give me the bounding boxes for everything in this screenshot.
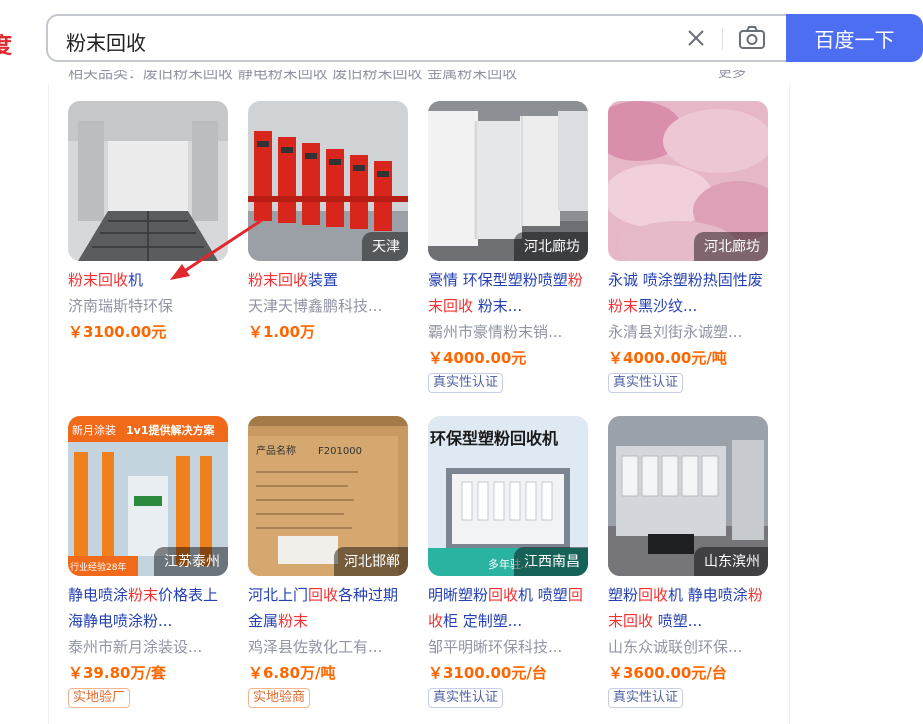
product-thumbnail[interactable]: 新月涂装 1v1提供解决方案 行业经验28年 江苏泰州: [68, 416, 228, 576]
category-text[interactable]: 相关品类：废旧粉末回收 静电粉末回收 废旧粉末回收 金属粉末回收: [68, 70, 517, 83]
title-text[interactable]: 黑沙纹...: [638, 297, 697, 315]
price: ￥6.80万/吨: [248, 664, 336, 682]
title-keyword-highlight[interactable]: 粉末: [128, 586, 158, 604]
location-tag: 江苏泰州: [154, 547, 228, 576]
verified-badge: 真实性认证: [608, 688, 684, 708]
title-keyword-highlight[interactable]: 回收: [488, 586, 518, 604]
title-keyword-highlight[interactable]: 回收: [308, 586, 338, 604]
product-card[interactable]: 河北廊坊 永诚 喷涂塑粉热固性废粉末黑沙纹... 永清县刘街永诚塑... ￥40…: [608, 101, 773, 393]
product-title[interactable]: 明晰塑粉回收机 喷塑回收柜 定制塑...: [428, 582, 593, 634]
title-text[interactable]: 机 静电喷涂: [668, 586, 748, 604]
price: ￥4000.00元: [428, 349, 527, 367]
product-thumbnail[interactable]: 河北廊坊: [428, 101, 588, 261]
shop-name[interactable]: 天津天博鑫鹏科技...: [248, 293, 413, 319]
price: ￥4000.00元/吨: [608, 349, 727, 367]
divider: [722, 28, 723, 50]
shop-name[interactable]: 泰州市新月涂装设...: [68, 634, 233, 660]
baidu-logo[interactable]: 度: [0, 28, 12, 60]
shop-name[interactable]: 永清县刘街永诚塑...: [608, 319, 773, 345]
product-thumbnail[interactable]: 环保型塑粉回收机 多年驻... 江西南昌: [428, 416, 588, 576]
shop-name[interactable]: 山东众诚联创环保...: [608, 634, 773, 660]
title-text[interactable]: 机: [128, 271, 143, 289]
title-text[interactable]: 柜 定制塑...: [443, 612, 522, 630]
product-card[interactable]: 新月涂装 1v1提供解决方案 行业经验28年 江苏泰州 静电喷涂粉末价格表上海静…: [68, 416, 233, 708]
price: ￥3600.00元/台: [608, 664, 727, 682]
verified-badge: 真实性认证: [428, 373, 504, 393]
location-tag: 江西南昌: [514, 547, 588, 576]
verified-badge: 真实性认证: [428, 688, 504, 708]
product-title[interactable]: 粉末回收机: [68, 267, 233, 293]
product-thumbnail[interactable]: 产品名称 F201000 河北邯郸: [248, 416, 408, 576]
title-text[interactable]: 粉末...: [473, 297, 522, 315]
title-keyword-highlight[interactable]: 回收: [638, 586, 668, 604]
shop-name[interactable]: 邹平明晰环保科技...: [428, 634, 593, 660]
product-thumbnail[interactable]: 山东滨州: [608, 416, 768, 576]
thumb-banner-text-2: 1v1提供解决方案: [126, 423, 215, 437]
title-text[interactable]: 河北上门: [248, 586, 308, 604]
product-card[interactable]: 环保型塑粉回收机 多年驻... 江西南昌 明晰塑粉回收机 喷塑回收柜 定制塑..…: [428, 416, 593, 708]
search-box[interactable]: 粉末回收: [46, 14, 790, 62]
product-title[interactable]: 塑粉回收机 静电喷涂粉末回收 喷塑...: [608, 582, 773, 634]
verified-badge: 实地验商: [248, 688, 311, 708]
shop-name[interactable]: 霸州市豪情粉末销...: [428, 319, 593, 345]
camera-icon[interactable]: [738, 25, 766, 51]
thumb-box-text: 产品名称: [256, 444, 296, 457]
product-card[interactable]: 产品名称 F201000 河北邯郸 河北上门回收各种过期金属粉末 鸡泽县佐敦化工…: [248, 416, 413, 708]
product-title[interactable]: 粉末回收装置: [248, 267, 413, 293]
price: ￥1.00万: [248, 323, 316, 341]
clear-icon[interactable]: [684, 26, 708, 50]
product-thumbnail[interactable]: [68, 101, 228, 261]
product-card[interactable]: 河北廊坊 豪情 环保型塑粉喷塑粉末回收 粉末... 霸州市豪情粉末销... ￥4…: [428, 101, 593, 393]
title-keyword-highlight[interactable]: 粉末回收: [68, 271, 128, 289]
product-thumbnail[interactable]: 天津: [248, 101, 408, 261]
title-text[interactable]: 塑粉: [608, 586, 638, 604]
location-tag: 河北廊坊: [514, 232, 588, 261]
product-thumbnail[interactable]: 河北廊坊: [608, 101, 768, 261]
title-text[interactable]: 明晰塑粉: [428, 586, 488, 604]
title-keyword-highlight[interactable]: 粉末回收: [248, 271, 308, 289]
more-text[interactable]: 更多: [718, 70, 746, 82]
title-keyword-highlight[interactable]: 粉末: [278, 612, 308, 630]
product-title[interactable]: 河北上门回收各种过期金属粉末: [248, 582, 413, 634]
product-card[interactable]: 山东滨州 塑粉回收机 静电喷涂粉末回收 喷塑... 山东众诚联创环保... ￥3…: [608, 416, 773, 708]
thumb-banner-text: 新月涂装: [72, 423, 116, 437]
location-tag: 天津: [362, 232, 408, 261]
product-title[interactable]: 静电喷涂粉末价格表上海静电喷涂粉...: [68, 582, 233, 634]
title-text[interactable]: 静电喷涂: [68, 586, 128, 604]
verified-badge: 实地验厂: [68, 688, 131, 708]
location-tag: 山东滨州: [694, 547, 768, 576]
thumb-box-code: F201000: [318, 446, 362, 457]
verified-badge: 真实性认证: [608, 373, 684, 393]
title-text[interactable]: 永诚 喷涂塑粉热固性废: [608, 271, 763, 289]
more-link[interactable]: 更多: [718, 70, 746, 86]
title-text[interactable]: 装置: [308, 271, 338, 289]
thumb-footer-text: 行业经验28年: [70, 561, 126, 573]
thumb-banner-text: 环保型塑粉回收机: [430, 429, 558, 448]
search-button[interactable]: 百度一下: [786, 14, 923, 62]
search-input[interactable]: 粉末回收: [66, 27, 146, 56]
category-links[interactable]: 相关品类：废旧粉末回收 静电粉末回收 废旧粉末回收 金属粉末回收: [68, 70, 718, 86]
location-tag: 河北邯郸: [334, 547, 408, 576]
product-card[interactable]: 天津 粉末回收装置 天津天博鑫鹏科技... ￥1.00万: [248, 101, 413, 345]
product-title[interactable]: 豪情 环保型塑粉喷塑粉末回收 粉末...: [428, 267, 593, 319]
price: ￥3100.00元: [68, 323, 167, 341]
shop-name[interactable]: 济南瑞斯特环保: [68, 293, 233, 319]
product-title[interactable]: 永诚 喷涂塑粉热固性废粉末黑沙纹...: [608, 267, 773, 319]
location-tag: 河北廊坊: [694, 232, 768, 261]
price: ￥3100.00元/台: [428, 664, 547, 682]
title-text[interactable]: 喷塑...: [653, 612, 702, 630]
title-text[interactable]: 机 喷塑: [518, 586, 568, 604]
title-keyword-highlight[interactable]: 粉末: [608, 297, 638, 315]
shop-name[interactable]: 鸡泽县佐敦化工有...: [248, 634, 413, 660]
title-text[interactable]: 豪情 环保型塑粉喷塑: [428, 271, 568, 289]
price: ￥39.80万/套: [68, 664, 166, 682]
product-card[interactable]: 粉末回收机 济南瑞斯特环保 ￥3100.00元: [68, 101, 233, 345]
